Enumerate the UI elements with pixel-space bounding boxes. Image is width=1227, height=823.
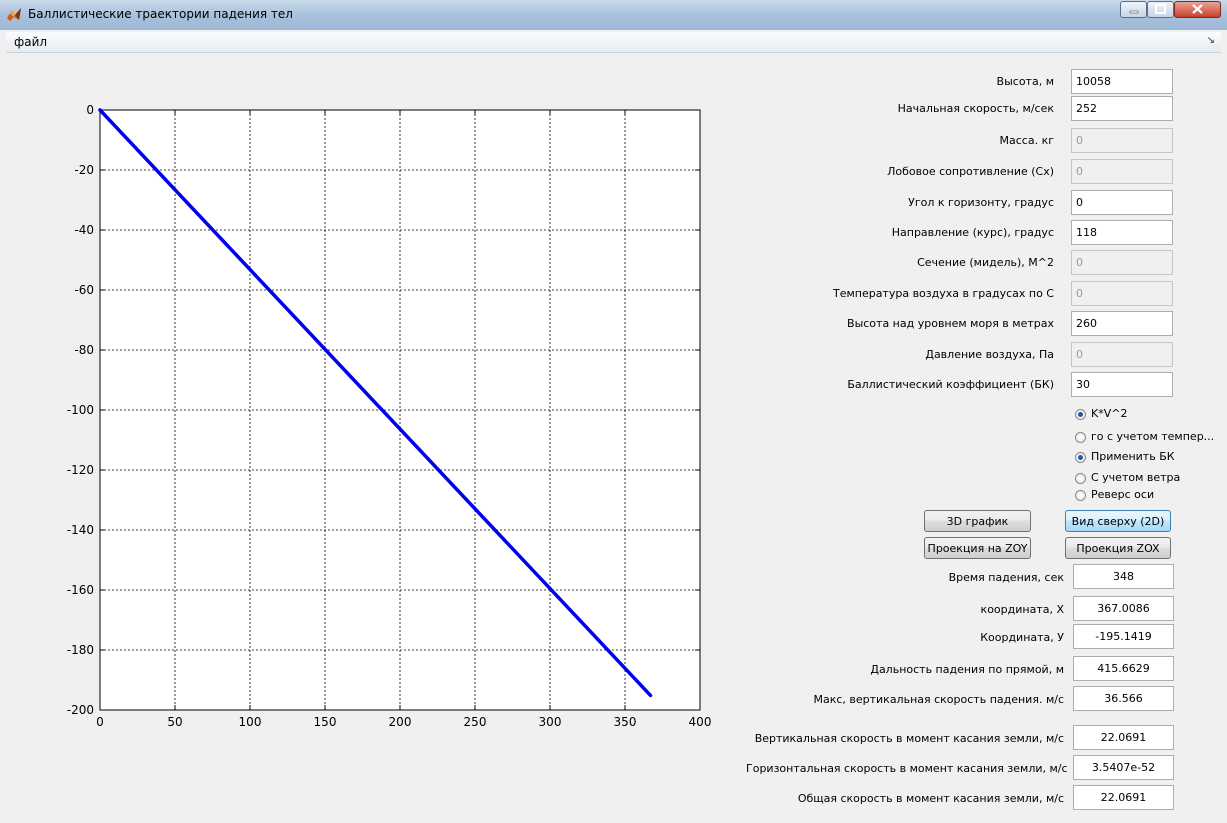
maximize-button[interactable] <box>1147 1 1174 18</box>
close-button[interactable] <box>1174 1 1221 18</box>
param-label-7: Температура воздуха в градусах по С <box>832 287 1054 300</box>
option-radio-4[interactable]: Реверс оси <box>1075 488 1154 501</box>
result-label-6: Горизонтальная скорость в момент касания… <box>746 762 1068 775</box>
result-value-2[interactable] <box>1073 624 1174 649</box>
x-tick-label: 50 <box>167 715 182 729</box>
result-value-3[interactable] <box>1073 656 1174 681</box>
param-label-0: Высота, м <box>996 75 1054 88</box>
y-tick-label: -80 <box>74 343 94 357</box>
y-tick-label: -120 <box>67 463 94 477</box>
y-tick-label: -40 <box>74 223 94 237</box>
param-input-7 <box>1071 281 1173 306</box>
result-label-7: Общая скорость в момент касания земли, м… <box>797 792 1064 805</box>
x-tick-label: 200 <box>389 715 412 729</box>
param-label-9: Давление воздуха, Па <box>925 348 1054 361</box>
option-radio-1[interactable]: го с учетом темпер... <box>1075 430 1214 443</box>
option-label: Реверс оси <box>1091 488 1155 501</box>
radio-indicator-icon[interactable] <box>1075 472 1086 484</box>
radio-indicator-icon[interactable] <box>1075 489 1086 501</box>
radio-indicator-icon[interactable] <box>1075 431 1086 443</box>
option-label: K*V^2 <box>1091 407 1128 420</box>
y-tick-label: -200 <box>67 703 94 717</box>
x-tick-label: 0 <box>96 715 104 729</box>
y-tick-label: -100 <box>67 403 94 417</box>
result-label-1: координата, X <box>980 603 1064 616</box>
menu-file[interactable]: файл <box>14 35 47 49</box>
result-label-4: Макс, вертикальная скорость падения. м/с <box>813 693 1064 706</box>
app-window: Баллистические траектории падения тел фа… <box>0 0 1227 823</box>
param-input-1[interactable] <box>1071 96 1173 121</box>
param-input-4[interactable] <box>1071 190 1173 215</box>
window-title: Баллистические траектории падения тел <box>28 7 293 21</box>
result-value-1[interactable] <box>1073 596 1174 621</box>
title-bar[interactable]: Баллистические траектории падения тел <box>0 0 1227 30</box>
projection-zox-button[interactable]: Проекция ZOX <box>1065 537 1171 559</box>
result-value-7[interactable] <box>1073 785 1174 810</box>
projection-zoy-button[interactable]: Проекция на ZOY <box>924 537 1031 559</box>
x-tick-label: 100 <box>239 715 262 729</box>
x-tick-label: 250 <box>464 715 487 729</box>
result-value-4[interactable] <box>1073 686 1174 711</box>
x-tick-label: 150 <box>314 715 337 729</box>
y-tick-label: -180 <box>67 643 94 657</box>
x-tick-label: 350 <box>614 715 637 729</box>
result-label-0: Время падения, сек <box>948 571 1064 584</box>
option-label: го с учетом темпер... <box>1091 430 1215 443</box>
y-tick-label: -60 <box>74 283 94 297</box>
menu-bar: файл ↘ <box>6 32 1221 53</box>
param-label-10: Баллистический коэффициент (БК) <box>847 378 1054 391</box>
radio-indicator-icon[interactable] <box>1075 408 1086 420</box>
param-label-8: Высота над уровнем моря в метрах <box>847 317 1054 330</box>
param-label-2: Масса. кг <box>999 134 1054 147</box>
y-tick-label: -160 <box>67 583 94 597</box>
param-label-1: Начальная скорость, м/сек <box>897 102 1054 115</box>
toolbar-toggle-icon[interactable]: ↘ <box>1207 35 1215 46</box>
option-radio-2[interactable]: Применить БК <box>1075 450 1175 463</box>
param-label-5: Направление (курс), градус <box>891 226 1054 239</box>
option-radio-3[interactable]: С учетом ветра <box>1075 471 1180 484</box>
top-view-button[interactable]: Вид сверху (2D) <box>1065 510 1171 532</box>
x-tick-label: 300 <box>539 715 562 729</box>
minimize-button[interactable] <box>1120 1 1147 18</box>
result-value-0[interactable] <box>1073 564 1174 589</box>
x-tick-label: 400 <box>689 715 712 729</box>
param-input-9 <box>1071 342 1173 367</box>
result-value-5[interactable] <box>1073 725 1174 750</box>
param-input-0[interactable] <box>1071 69 1173 94</box>
option-label: Применить БК <box>1091 450 1175 463</box>
figure-area: 0 50 100 150 200 250 300 350 400 0 -20 -40 -60 -80 -10… <box>6 53 1221 817</box>
option-radio-0[interactable]: K*V^2 <box>1075 407 1127 420</box>
param-input-3 <box>1071 159 1173 184</box>
y-tick-label: -140 <box>67 523 94 537</box>
result-value-6[interactable] <box>1073 755 1174 780</box>
param-label-4: Угол к горизонту, градус <box>908 196 1054 209</box>
matlab-icon <box>7 8 21 21</box>
param-input-8[interactable] <box>1071 311 1173 336</box>
param-input-2 <box>1071 128 1173 153</box>
y-tick-label: 0 <box>86 103 94 117</box>
result-label-5: Вертикальная скорость в момент касания з… <box>754 732 1064 745</box>
param-label-6: Сечение (мидель), М^2 <box>917 256 1054 269</box>
param-input-10[interactable] <box>1071 372 1173 397</box>
trajectory-chart[interactable]: 0 50 100 150 200 250 300 350 400 0 -20 -40 -60 -80 -10… <box>6 53 766 753</box>
param-input-5[interactable] <box>1071 220 1173 245</box>
radio-indicator-icon[interactable] <box>1075 451 1086 463</box>
y-tick-label: -20 <box>74 163 94 177</box>
option-label: С учетом ветра <box>1091 471 1181 484</box>
param-label-3: Лобовое сопротивление (Сх) <box>887 165 1054 178</box>
result-label-2: Координата, У <box>980 631 1064 644</box>
param-input-6 <box>1071 250 1173 275</box>
3d-plot-button[interactable]: 3D график <box>924 510 1031 532</box>
result-label-3: Дальность падения по прямой, м <box>870 663 1064 676</box>
